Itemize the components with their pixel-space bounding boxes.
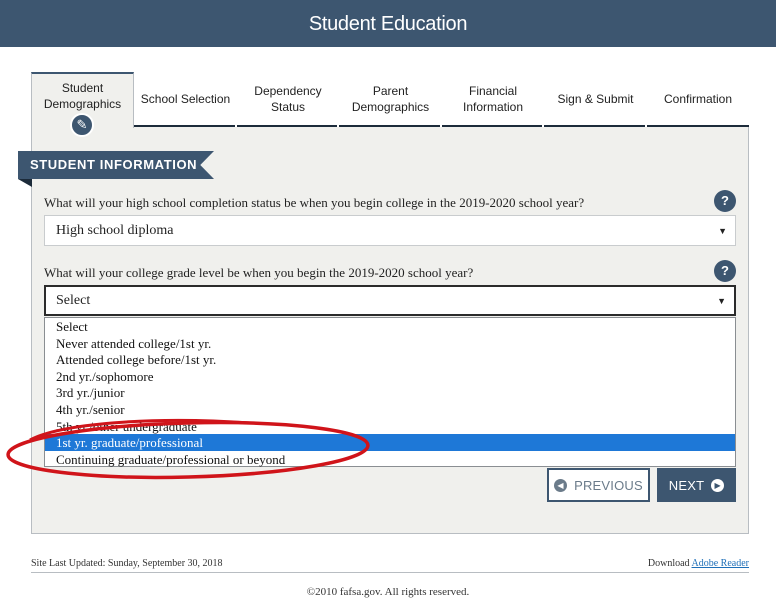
dropdown-arrow-icon: ▼ <box>717 296 726 306</box>
download-text: Download Adobe Reader <box>648 558 749 569</box>
help-icon[interactable]: ? <box>714 260 736 282</box>
select-value: High school diploma <box>56 223 174 238</box>
hs-completion-select[interactable]: High school diploma ▼ <box>44 215 736 246</box>
tab-sign-submit[interactable]: Sign & Submit <box>544 72 647 128</box>
tab-label: Confirmation <box>663 91 733 106</box>
copyright: ©2010 fafsa.gov. All rights reserved. <box>306 586 470 598</box>
dropdown-option[interactable]: Select <box>45 318 735 335</box>
progress-tabs: Student Demographics School Selection De… <box>31 72 749 137</box>
question-label: What will your college grade level be wh… <box>44 265 474 280</box>
dropdown-arrow-icon: ▼ <box>718 226 727 236</box>
site-updated: Site Last Updated: Sunday, September 30,… <box>31 558 223 569</box>
dropdown-option[interactable]: 4th yr./senior <box>45 401 735 418</box>
tab-school-selection[interactable]: School Selection <box>134 72 237 128</box>
page-title: Student Education <box>308 13 468 35</box>
tab-label: Parent Demographics <box>351 83 430 114</box>
select-value: Select <box>56 293 91 308</box>
tab-label: Sign & Submit <box>557 91 634 106</box>
previous-label: PREVIOUS <box>574 477 643 493</box>
dropdown-option[interactable]: 2nd yr./sophomore <box>45 368 735 385</box>
tab-label: Financial Information <box>462 83 524 114</box>
chevron-left-icon: ◀ <box>554 478 568 492</box>
footer-divider <box>31 572 749 573</box>
dropdown-option[interactable]: 3rd yr./junior <box>45 384 735 401</box>
dropdown-option-highlighted[interactable]: 1st yr. graduate/professional <box>45 434 735 452</box>
next-label: NEXT <box>668 477 705 493</box>
tab-financial-information[interactable]: Financial Information <box>442 72 544 128</box>
pencil-icon: ✎ <box>70 113 94 137</box>
question-label: What will your high school completion st… <box>44 195 585 210</box>
grade-level-options: Select Never attended college/1st yr. At… <box>44 317 736 467</box>
dropdown-option[interactable]: 5th yr./other undergraduate <box>45 418 735 435</box>
next-button[interactable]: NEXT ▶ <box>657 468 736 502</box>
dropdown-option[interactable]: Attended college before/1st yr. <box>45 351 735 368</box>
previous-button[interactable]: ◀ PREVIOUS <box>547 468 650 502</box>
tab-label: Student Demographics <box>43 81 122 111</box>
help-icon[interactable]: ? <box>714 190 736 212</box>
banner-fold <box>18 179 32 187</box>
page-header: Student Education <box>0 0 776 47</box>
grade-level-select[interactable]: Select ▼ <box>44 285 736 316</box>
dropdown-option[interactable]: Continuing graduate/professional or beyo… <box>45 451 735 468</box>
dropdown-option[interactable]: Never attended college/1st yr. <box>45 335 735 352</box>
tab-parent-demographics[interactable]: Parent Demographics <box>339 72 442 128</box>
tab-label: Dependency Status <box>254 83 322 114</box>
tab-dependency-status[interactable]: Dependency Status <box>237 72 339 128</box>
adobe-reader-link[interactable]: Adobe Reader <box>692 558 749 569</box>
download-prefix: Download <box>647 558 690 569</box>
section-title: STUDENT INFORMATION <box>18 151 214 179</box>
tab-confirmation[interactable]: Confirmation <box>647 72 749 128</box>
chevron-right-icon: ▶ <box>711 478 725 492</box>
tab-label: School Selection <box>140 91 231 106</box>
